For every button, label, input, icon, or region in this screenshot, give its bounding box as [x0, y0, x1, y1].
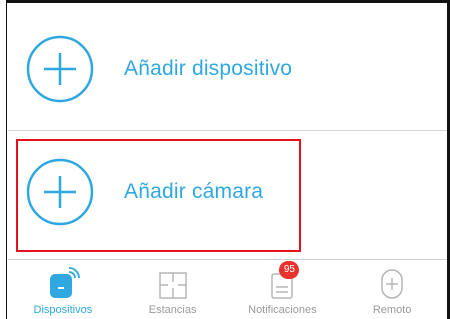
tab-notifications[interactable]: 95 Notificaciones [228, 260, 338, 319]
tab-remote-label: Remoto [372, 304, 412, 316]
rooms-icon [157, 264, 189, 300]
tab-rooms[interactable]: Estancias [118, 260, 228, 319]
remote-icon [378, 264, 406, 300]
top-border [0, 0, 450, 3]
tab-notifications-label: Notificaciones [248, 304, 317, 316]
add-device-label: Añadir dispositivo [124, 57, 293, 80]
plus-circle-icon [26, 35, 94, 103]
plus-circle-icon [26, 158, 94, 226]
tab-devices-label: Dispositivos [33, 304, 93, 316]
add-device-row[interactable]: Añadir dispositivo [8, 8, 447, 130]
tab-rooms-label: Estancias [148, 304, 197, 316]
tab-remote[interactable]: Remoto [337, 260, 447, 319]
devices-icon [45, 264, 81, 300]
add-camera-label: Añadir cámara [124, 180, 264, 203]
left-border [0, 0, 7, 319]
tab-devices[interactable]: Dispositivos [8, 260, 118, 319]
app-screen: Añadir dispositivo Añadir cámara Disposi… [0, 0, 450, 319]
add-camera-row[interactable]: Añadir cámara [8, 131, 447, 253]
notification-count-badge: 95 [279, 261, 300, 279]
notifications-icon: 95 [267, 261, 300, 300]
bottom-tab-bar: Dispositivos Estancias 95 Notificaciones… [8, 260, 447, 319]
